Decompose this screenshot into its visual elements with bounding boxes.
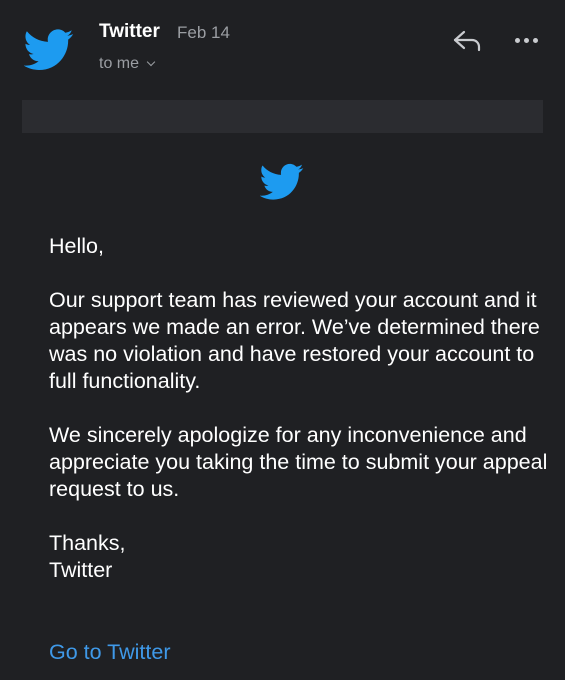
- recipients-label: to me: [99, 55, 140, 72]
- more-dot: [532, 37, 538, 43]
- email-preheader-bar: [22, 100, 543, 133]
- body-paragraph: Our support team has reviewed your accou…: [49, 288, 540, 393]
- more-options-button[interactable]: [508, 28, 544, 52]
- go-to-twitter-link[interactable]: Go to Twitter: [49, 639, 170, 666]
- sender-name: Twitter: [99, 21, 160, 42]
- more-horizontal-icon: [514, 37, 520, 43]
- message-body: Hello, Our support team has reviewed you…: [49, 233, 549, 584]
- recipients-toggle[interactable]: to me: [99, 53, 156, 75]
- sent-date: Feb 14: [177, 23, 230, 42]
- email-logo: [260, 163, 304, 201]
- twitter-bird-icon: [260, 163, 304, 200]
- reply-button[interactable]: [450, 26, 486, 56]
- twitter-bird-icon: [24, 29, 74, 70]
- greeting: Hello,: [49, 234, 104, 258]
- signature: Twitter: [49, 558, 113, 582]
- reply-arrow-icon: [453, 30, 481, 52]
- signoff: Thanks,: [49, 531, 126, 555]
- more-dot: [523, 37, 529, 43]
- body-paragraph: We sincerely apologize for any inconveni…: [49, 423, 548, 501]
- chevron-down-icon: [146, 57, 156, 67]
- sender-avatar[interactable]: [24, 28, 74, 72]
